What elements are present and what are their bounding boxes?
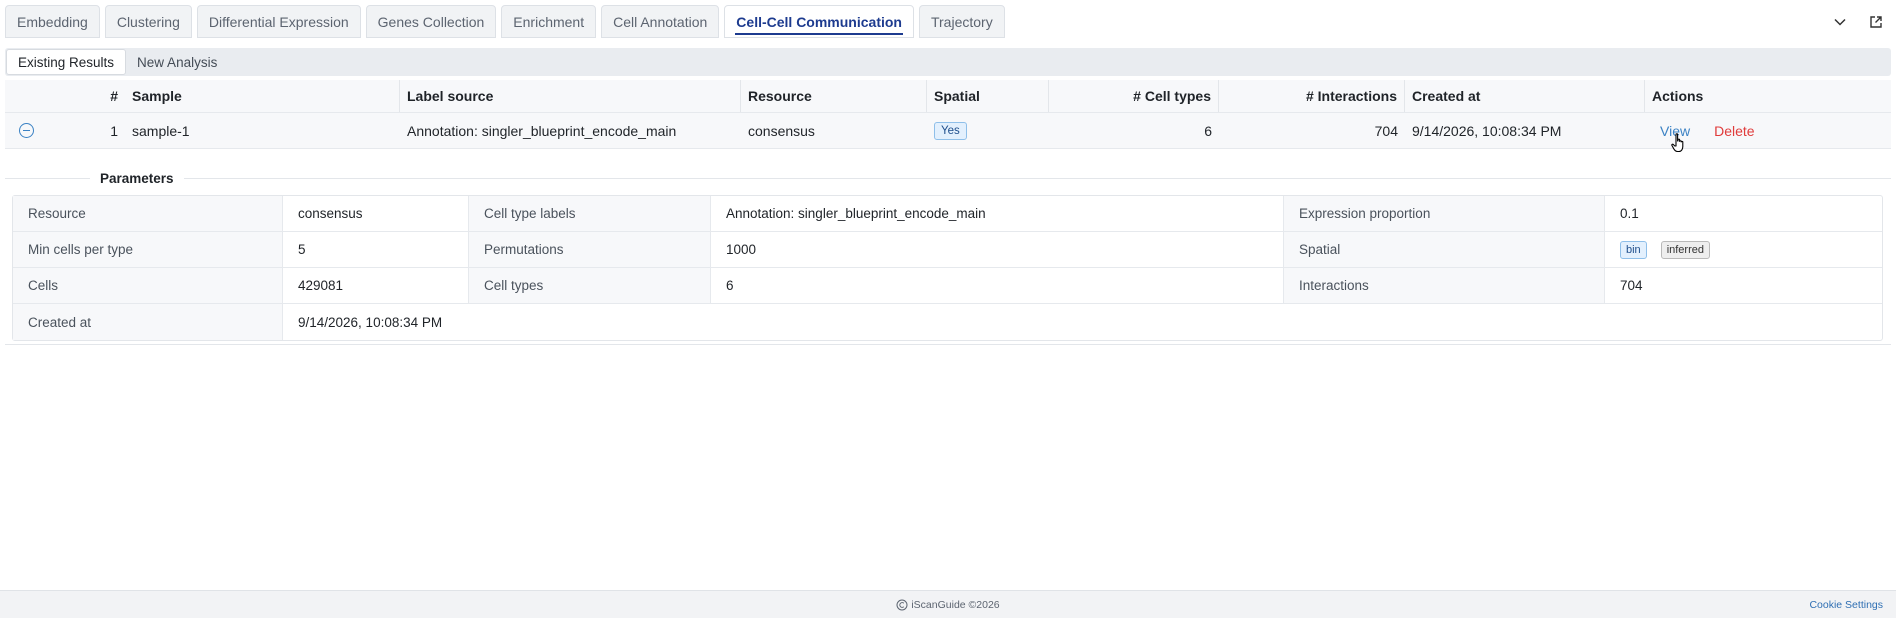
param-value-cell-type-labels: Annotation: singler_blueprint_encode_mai…: [711, 196, 1284, 231]
tab-cell-annotation[interactable]: Cell Annotation: [601, 5, 720, 38]
header-label-source[interactable]: Label source: [400, 80, 741, 112]
header-num: #: [110, 88, 118, 104]
tab-enrichment[interactable]: Enrichment: [501, 5, 597, 38]
tab-embedding[interactable]: Embedding: [5, 5, 100, 38]
param-key-cell-types: Cell types: [469, 268, 711, 303]
param-key-resource: Resource: [13, 196, 283, 231]
param-key-created-at: Created at: [13, 304, 283, 340]
param-key-permutations: Permutations: [469, 232, 711, 267]
param-key-interactions: Interactions: [1284, 268, 1605, 303]
param-value-created-at: 9/14/2026, 10:08:34 PM: [298, 314, 443, 330]
header-created-at[interactable]: Created at: [1405, 80, 1645, 112]
footer-brand: iScanGuide ©2026: [896, 598, 1000, 611]
tab-trajectory[interactable]: Trajectory: [918, 5, 1005, 38]
row-resource: consensus: [748, 122, 815, 139]
chevron-down-icon[interactable]: [1830, 12, 1850, 32]
subtab-existing-results[interactable]: Existing Results: [6, 49, 127, 75]
row-created-at: 9/14/2026, 10:08:34 PM: [1412, 122, 1562, 139]
table-header-row: # Sample Label source Resource Spatial #…: [5, 80, 1891, 113]
tab-tools: [1830, 12, 1886, 32]
table-row: 1 sample-1 Annotation: singler_blueprint…: [5, 113, 1891, 149]
param-key-cell-type-labels: Cell type labels: [469, 196, 711, 231]
param-value-cells: 429081: [283, 268, 469, 303]
parameters-row: Cells 429081 Cell types 6 Interactions 7…: [13, 268, 1882, 304]
footer: iScanGuide ©2026 Cookie Settings: [0, 590, 1896, 618]
param-value-interactions: 704: [1620, 278, 1643, 293]
param-key-cells: Cells: [13, 268, 283, 303]
parameters-table: Resource consensus Cell type labels Anno…: [12, 195, 1883, 341]
spatial-bin-tag: bin: [1620, 240, 1647, 259]
header-sample[interactable]: Sample: [125, 80, 400, 112]
copyright-logo-icon: [896, 599, 908, 610]
header-resource[interactable]: Resource: [741, 80, 927, 112]
header-expand: [5, 80, 47, 112]
spatial-inferred-tag: inferred: [1660, 240, 1710, 259]
collapse-row-icon[interactable]: [18, 123, 34, 138]
param-value-cell-types: 6: [711, 268, 1284, 303]
param-value-expression-proportion: 0.1: [1620, 206, 1639, 221]
tab-cell-cell-communication[interactable]: Cell-Cell Communication: [724, 5, 914, 38]
header-actions: Actions: [1652, 88, 1704, 104]
row-cell-types: 6: [1204, 122, 1212, 139]
header-interactions[interactable]: # Interactions: [1219, 80, 1405, 112]
expand-cell: [5, 113, 47, 148]
spatial-yes-badge: Yes: [934, 121, 967, 140]
header-spatial[interactable]: Spatial: [927, 80, 1049, 112]
parameters-row: Created at 9/14/2026, 10:08:34 PM: [13, 304, 1882, 340]
divider-line-left: [5, 177, 90, 179]
results-subtabs: Existing Results New Analysis: [5, 48, 1891, 76]
row-sample: sample-1: [132, 122, 190, 139]
module-tabbar: Embedding Clustering Differential Expres…: [0, 0, 1896, 46]
row-num: 1: [110, 122, 118, 139]
section-divider: [5, 344, 1891, 345]
tab-differential-expression[interactable]: Differential Expression: [196, 5, 361, 38]
param-value-min-cells: 5: [283, 232, 469, 267]
parameters-row: Resource consensus Cell type labels Anno…: [13, 196, 1882, 232]
hand-pointer-icon: [1671, 133, 1684, 153]
tab-genes-collection[interactable]: Genes Collection: [365, 5, 497, 38]
parameters-divider: Parameters: [5, 168, 1891, 188]
param-key-min-cells: Min cells per type: [13, 232, 283, 267]
row-label-source: Annotation: singler_blueprint_encode_mai…: [407, 122, 677, 139]
footer-copyright: iScanGuide ©2026: [911, 598, 1000, 611]
cookie-settings-link[interactable]: Cookie Settings: [1809, 599, 1883, 611]
parameters-title: Parameters: [100, 170, 174, 186]
param-key-spatial: Spatial: [1284, 232, 1605, 267]
subtab-new-analysis[interactable]: New Analysis: [126, 49, 228, 75]
param-key-expression-proportion: Expression proportion: [1284, 196, 1605, 231]
delete-button[interactable]: Delete: [1714, 123, 1754, 139]
param-value-resource: consensus: [283, 196, 469, 231]
param-value-spatial: bin inferred: [1605, 232, 1882, 267]
parameters-row: Min cells per type 5 Permutations 1000 S…: [13, 232, 1882, 268]
results-table: # Sample Label source Resource Spatial #…: [5, 80, 1891, 149]
param-value-permutations: 1000: [711, 232, 1284, 267]
open-external-icon[interactable]: [1866, 12, 1886, 32]
divider-line-right: [183, 177, 1891, 179]
header-cell-types[interactable]: # Cell types: [1049, 80, 1219, 112]
row-spatial: Yes: [927, 113, 1049, 148]
tab-clustering[interactable]: Clustering: [104, 5, 192, 38]
row-interactions: 704: [1374, 122, 1398, 139]
